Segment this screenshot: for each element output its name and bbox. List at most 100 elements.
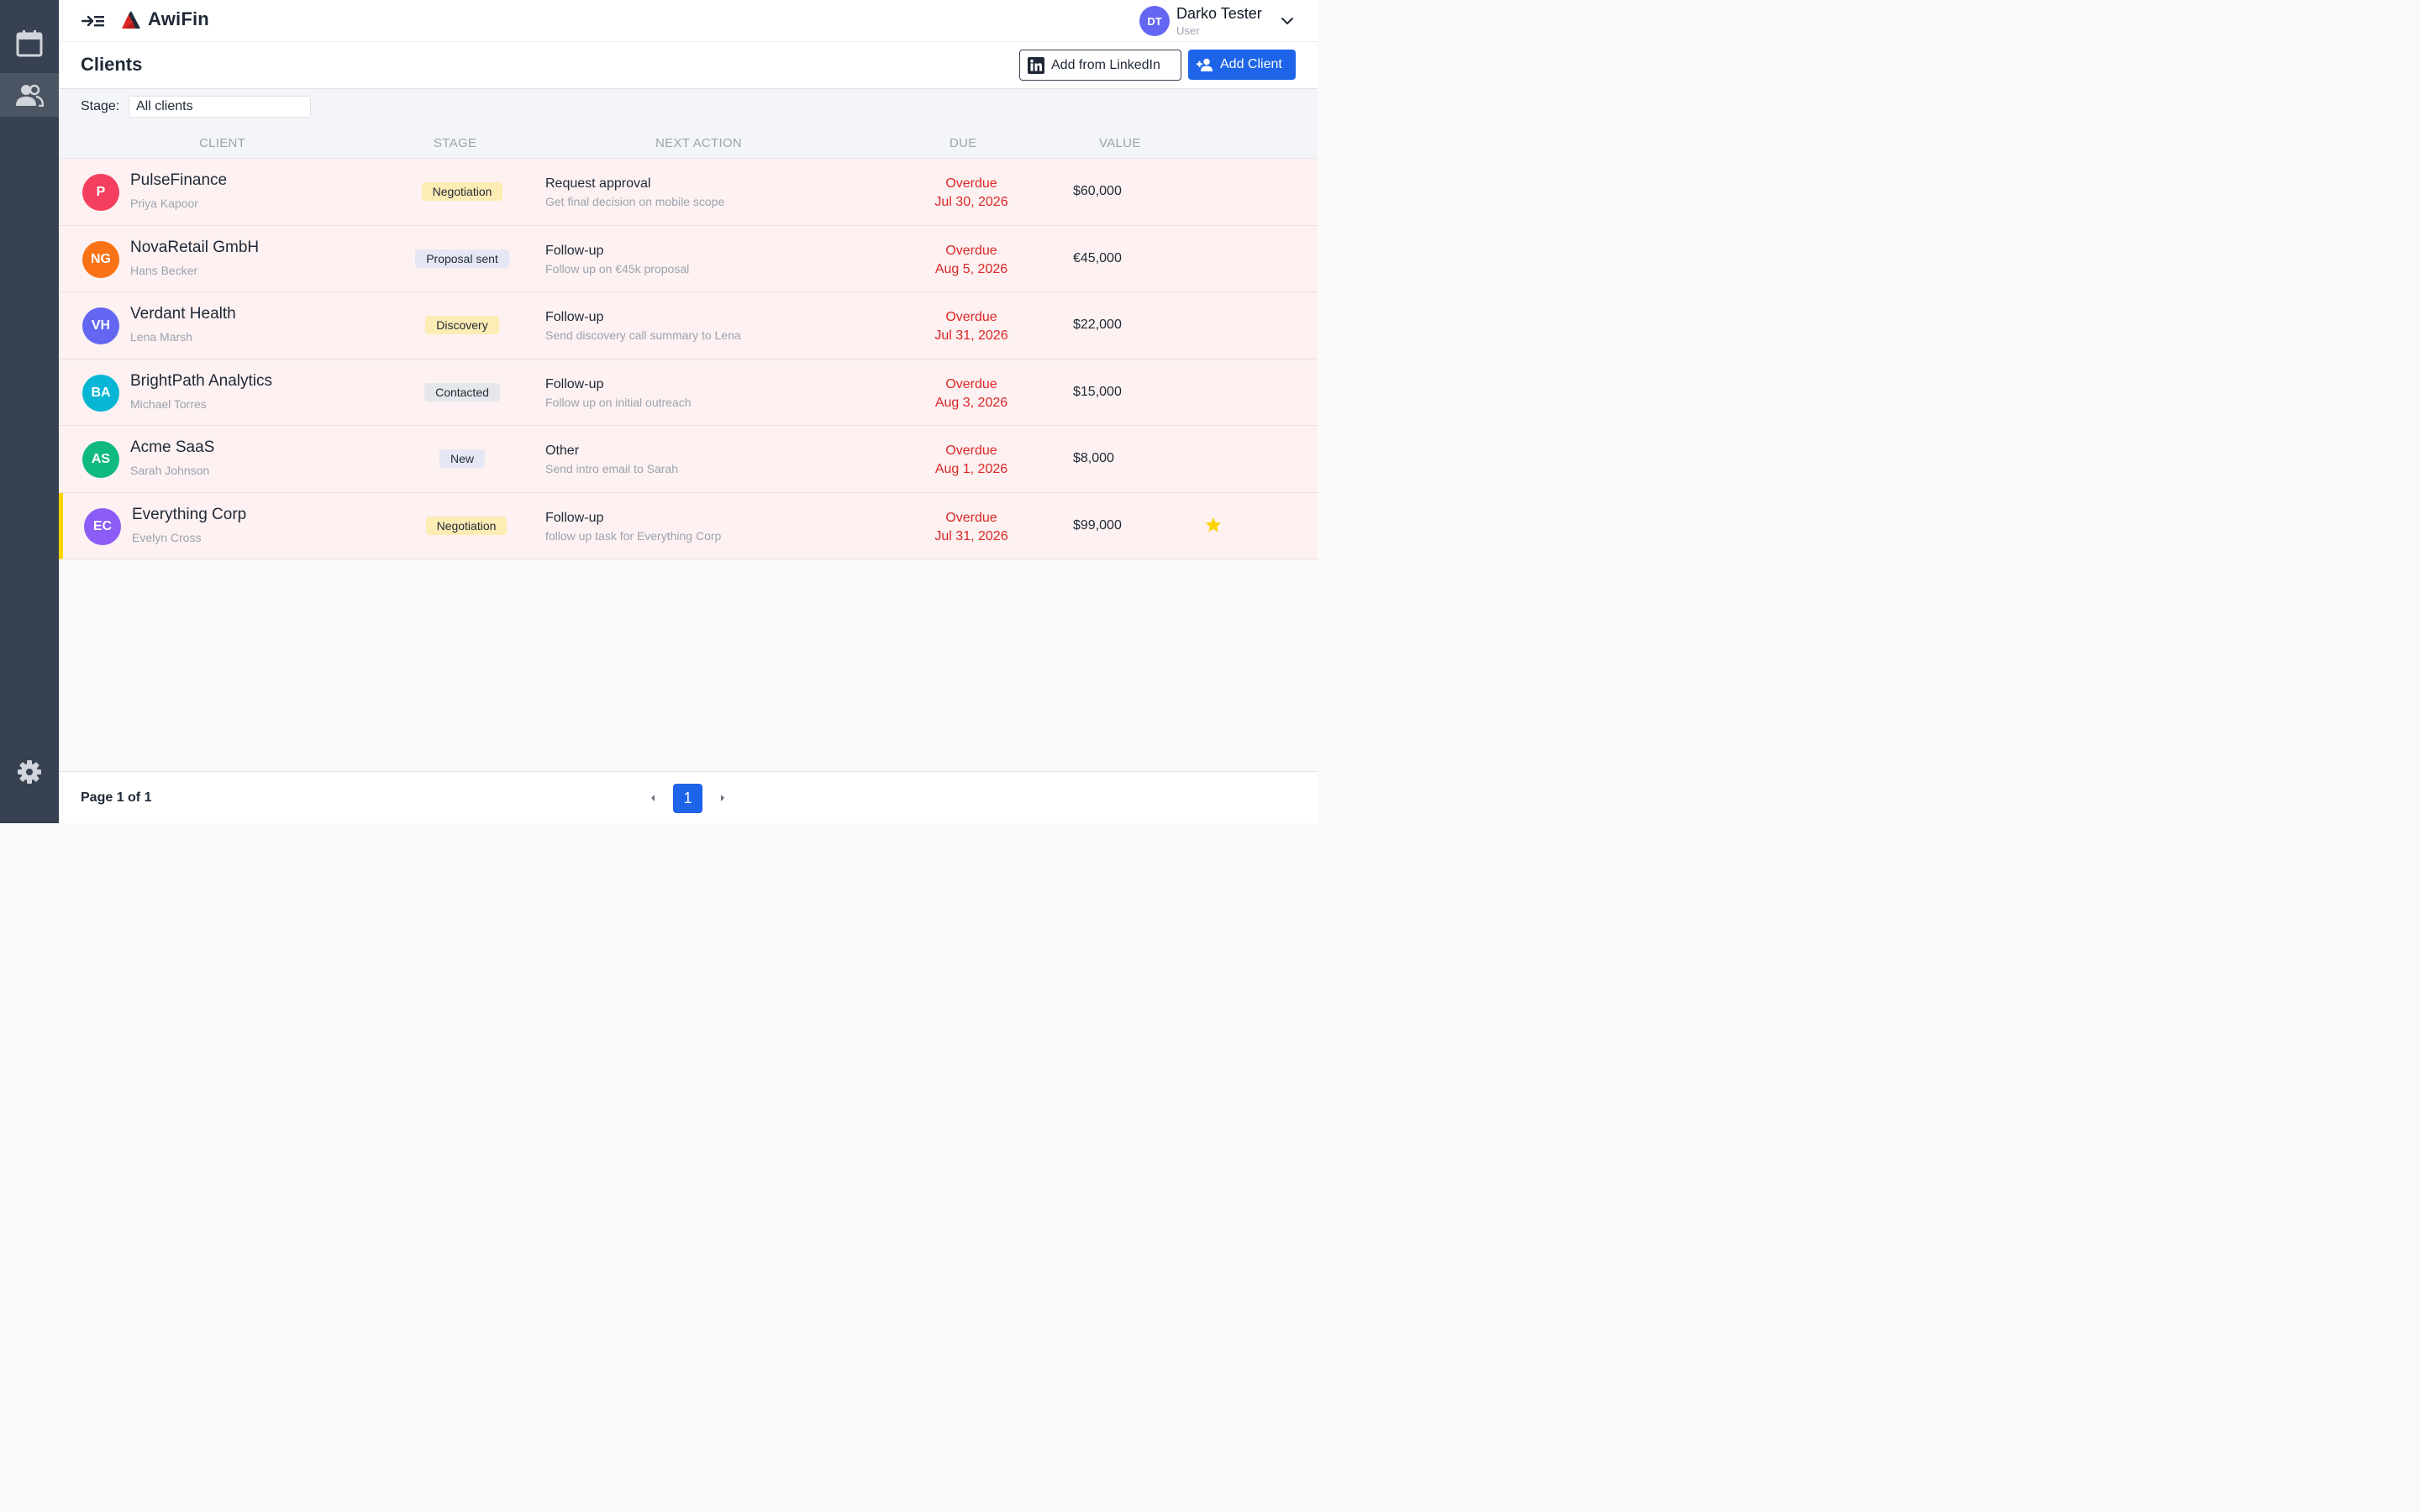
next-action-title: Other — [545, 444, 580, 458]
stage-badge: Proposal sent — [415, 249, 509, 268]
client-contact: Hans Becker — [130, 263, 198, 277]
due-status: Overdue — [945, 444, 997, 458]
stage-cell: Discovery — [378, 316, 546, 334]
client-avatar: BA — [82, 374, 119, 412]
stage-badge: Discovery — [425, 316, 499, 334]
previous-page-button[interactable] — [646, 790, 660, 806]
due-date: Jul 31, 2026 — [934, 528, 1008, 543]
next-action-title: Request approval — [545, 176, 651, 191]
avatar[interactable]: DT — [1139, 6, 1170, 36]
stage-badge: Negotiation — [421, 182, 503, 201]
client-contact: Michael Torres — [130, 396, 207, 411]
column-header-client[interactable]: CLIENT — [199, 136, 245, 150]
clients-table-body: P PulseFinance Priya Kapoor Negotiation Requ… — [59, 159, 1318, 559]
column-header-stage[interactable]: STAGE — [434, 136, 476, 150]
stage-filter-label: Stage: — [81, 99, 120, 113]
table-header: CLIENT STAGE NEXT ACTION DUE VALUE — [59, 126, 1318, 159]
filter-bar: Stage: All clients — [59, 89, 1318, 126]
due-date: Aug 3, 2026 — [934, 395, 1008, 410]
deal-value: $22,000 — [1073, 318, 1122, 332]
client-name[interactable]: PulseFinance — [130, 171, 227, 190]
due-status: Overdue — [945, 310, 997, 324]
next-action-note: Get final decision on mobile scope — [545, 195, 725, 208]
stage-cell: New — [378, 449, 546, 468]
top-bar: AwiFin DT Darko Tester User — [59, 0, 1318, 42]
users-icon — [16, 84, 44, 107]
stage-badge: Negotiation — [425, 516, 508, 535]
deal-value: $15,000 — [1073, 384, 1122, 399]
due-date: Aug 5, 2026 — [934, 261, 1008, 276]
page-header: Clients Add from LinkedIn Add Client — [59, 42, 1318, 89]
next-action-title: Follow-up — [545, 310, 604, 324]
due-cell: Overdue Aug 3, 2026 — [908, 375, 1035, 412]
deal-value: $8,000 — [1073, 451, 1114, 465]
due-cell: Overdue Aug 1, 2026 — [908, 442, 1035, 479]
add-from-linkedin-button[interactable]: Add from LinkedIn — [1019, 50, 1181, 81]
client-name[interactable]: Acme SaaS — [130, 438, 214, 457]
client-contact: Priya Kapoor — [130, 197, 198, 210]
chevron-down-icon[interactable] — [1279, 13, 1296, 29]
user-name[interactable]: Darko Tester — [1176, 5, 1262, 23]
client-name[interactable]: Verdant Health — [130, 305, 236, 323]
sidebar-item-settings[interactable] — [0, 750, 59, 794]
next-action-note: Follow up on €45k proposal — [545, 261, 690, 276]
due-cell: Overdue Jul 31, 2026 — [908, 308, 1035, 345]
collapse-menu-button[interactable] — [81, 11, 106, 31]
column-header-value[interactable]: VALUE — [1099, 136, 1141, 150]
client-avatar: AS — [82, 441, 119, 478]
table-row[interactable]: NG NovaRetail GmbH Hans Becker Proposal sen… — [59, 225, 1318, 292]
column-header-next-action[interactable]: NEXT ACTION — [655, 136, 742, 150]
due-cell: Overdue Aug 5, 2026 — [908, 242, 1035, 279]
next-action-title: Follow-up — [545, 376, 604, 391]
stage-cell: Negotiation — [382, 516, 550, 535]
app-root: AwiFin DT Darko Tester User Clients Add … — [0, 0, 1318, 823]
due-status: Overdue — [945, 176, 997, 191]
client-contact: Evelyn Cross — [132, 530, 202, 544]
table-row[interactable]: BA BrightPath Analytics Michael Torres Cont… — [59, 359, 1318, 426]
next-action-title: Follow-up — [545, 243, 604, 258]
caret-right-icon — [721, 795, 724, 801]
client-name[interactable]: BrightPath Analytics — [130, 372, 272, 391]
due-date: Jul 30, 2026 — [934, 195, 1008, 209]
client-avatar: EC — [84, 507, 121, 545]
client-name[interactable]: NovaRetail GmbH — [130, 239, 259, 257]
stage-filter-select[interactable]: All clients — [129, 96, 311, 118]
column-header-due[interactable]: DUE — [950, 136, 977, 150]
table-row[interactable]: EC Everything Corp Evelyn Cross Negotiation… — [59, 492, 1318, 559]
client-contact: Sarah Johnson — [130, 464, 210, 477]
due-date: Aug 1, 2026 — [934, 462, 1008, 476]
due-status: Overdue — [945, 376, 997, 391]
deal-value: €45,000 — [1073, 250, 1122, 265]
sidebar — [0, 0, 59, 823]
stage-badge: New — [439, 449, 485, 468]
table-row[interactable]: VH Verdant Health Lena Marsh Discovery Follo… — [59, 292, 1318, 360]
logo-icon — [122, 11, 140, 29]
page-number-button[interactable]: 1 — [673, 784, 702, 813]
client-name[interactable]: Everything Corp — [132, 506, 246, 524]
pagination-footer: Page 1 of 1 1 — [59, 771, 1318, 823]
add-client-button[interactable]: Add Client — [1188, 50, 1296, 80]
client-avatar: NG — [82, 240, 119, 278]
deal-value: $99,000 — [1073, 517, 1122, 533]
sidebar-item-calendar[interactable] — [0, 22, 59, 66]
next-action-note: Follow up on initial outreach — [545, 395, 692, 409]
due-cell: Overdue Jul 30, 2026 — [908, 175, 1035, 212]
stage-cell: Negotiation — [378, 182, 546, 201]
deal-value: $60,000 — [1073, 184, 1122, 198]
table-row[interactable]: P PulseFinance Priya Kapoor Negotiation Requ… — [59, 159, 1318, 226]
table-row[interactable]: AS Acme SaaS Sarah Johnson New Other Send int… — [59, 426, 1318, 493]
app-logo-text: AwiFin — [148, 8, 209, 29]
stage-cell: Contacted — [378, 382, 546, 402]
page-title: Clients — [81, 54, 143, 75]
next-action-note: Send discovery call summary to Lena — [545, 328, 741, 342]
linkedin-icon — [1028, 56, 1044, 74]
due-cell: Overdue Jul 31, 2026 — [908, 509, 1035, 546]
collapse-menu-icon — [82, 15, 104, 27]
client-avatar: VH — [82, 307, 119, 344]
next-action-title: Follow-up — [545, 510, 604, 525]
sidebar-item-clients[interactable] — [0, 73, 59, 117]
caret-left-icon — [651, 795, 655, 801]
next-action-note: follow up task for Everything Corp — [545, 528, 722, 543]
next-page-button[interactable] — [716, 790, 729, 806]
star-icon[interactable] — [1204, 516, 1223, 534]
